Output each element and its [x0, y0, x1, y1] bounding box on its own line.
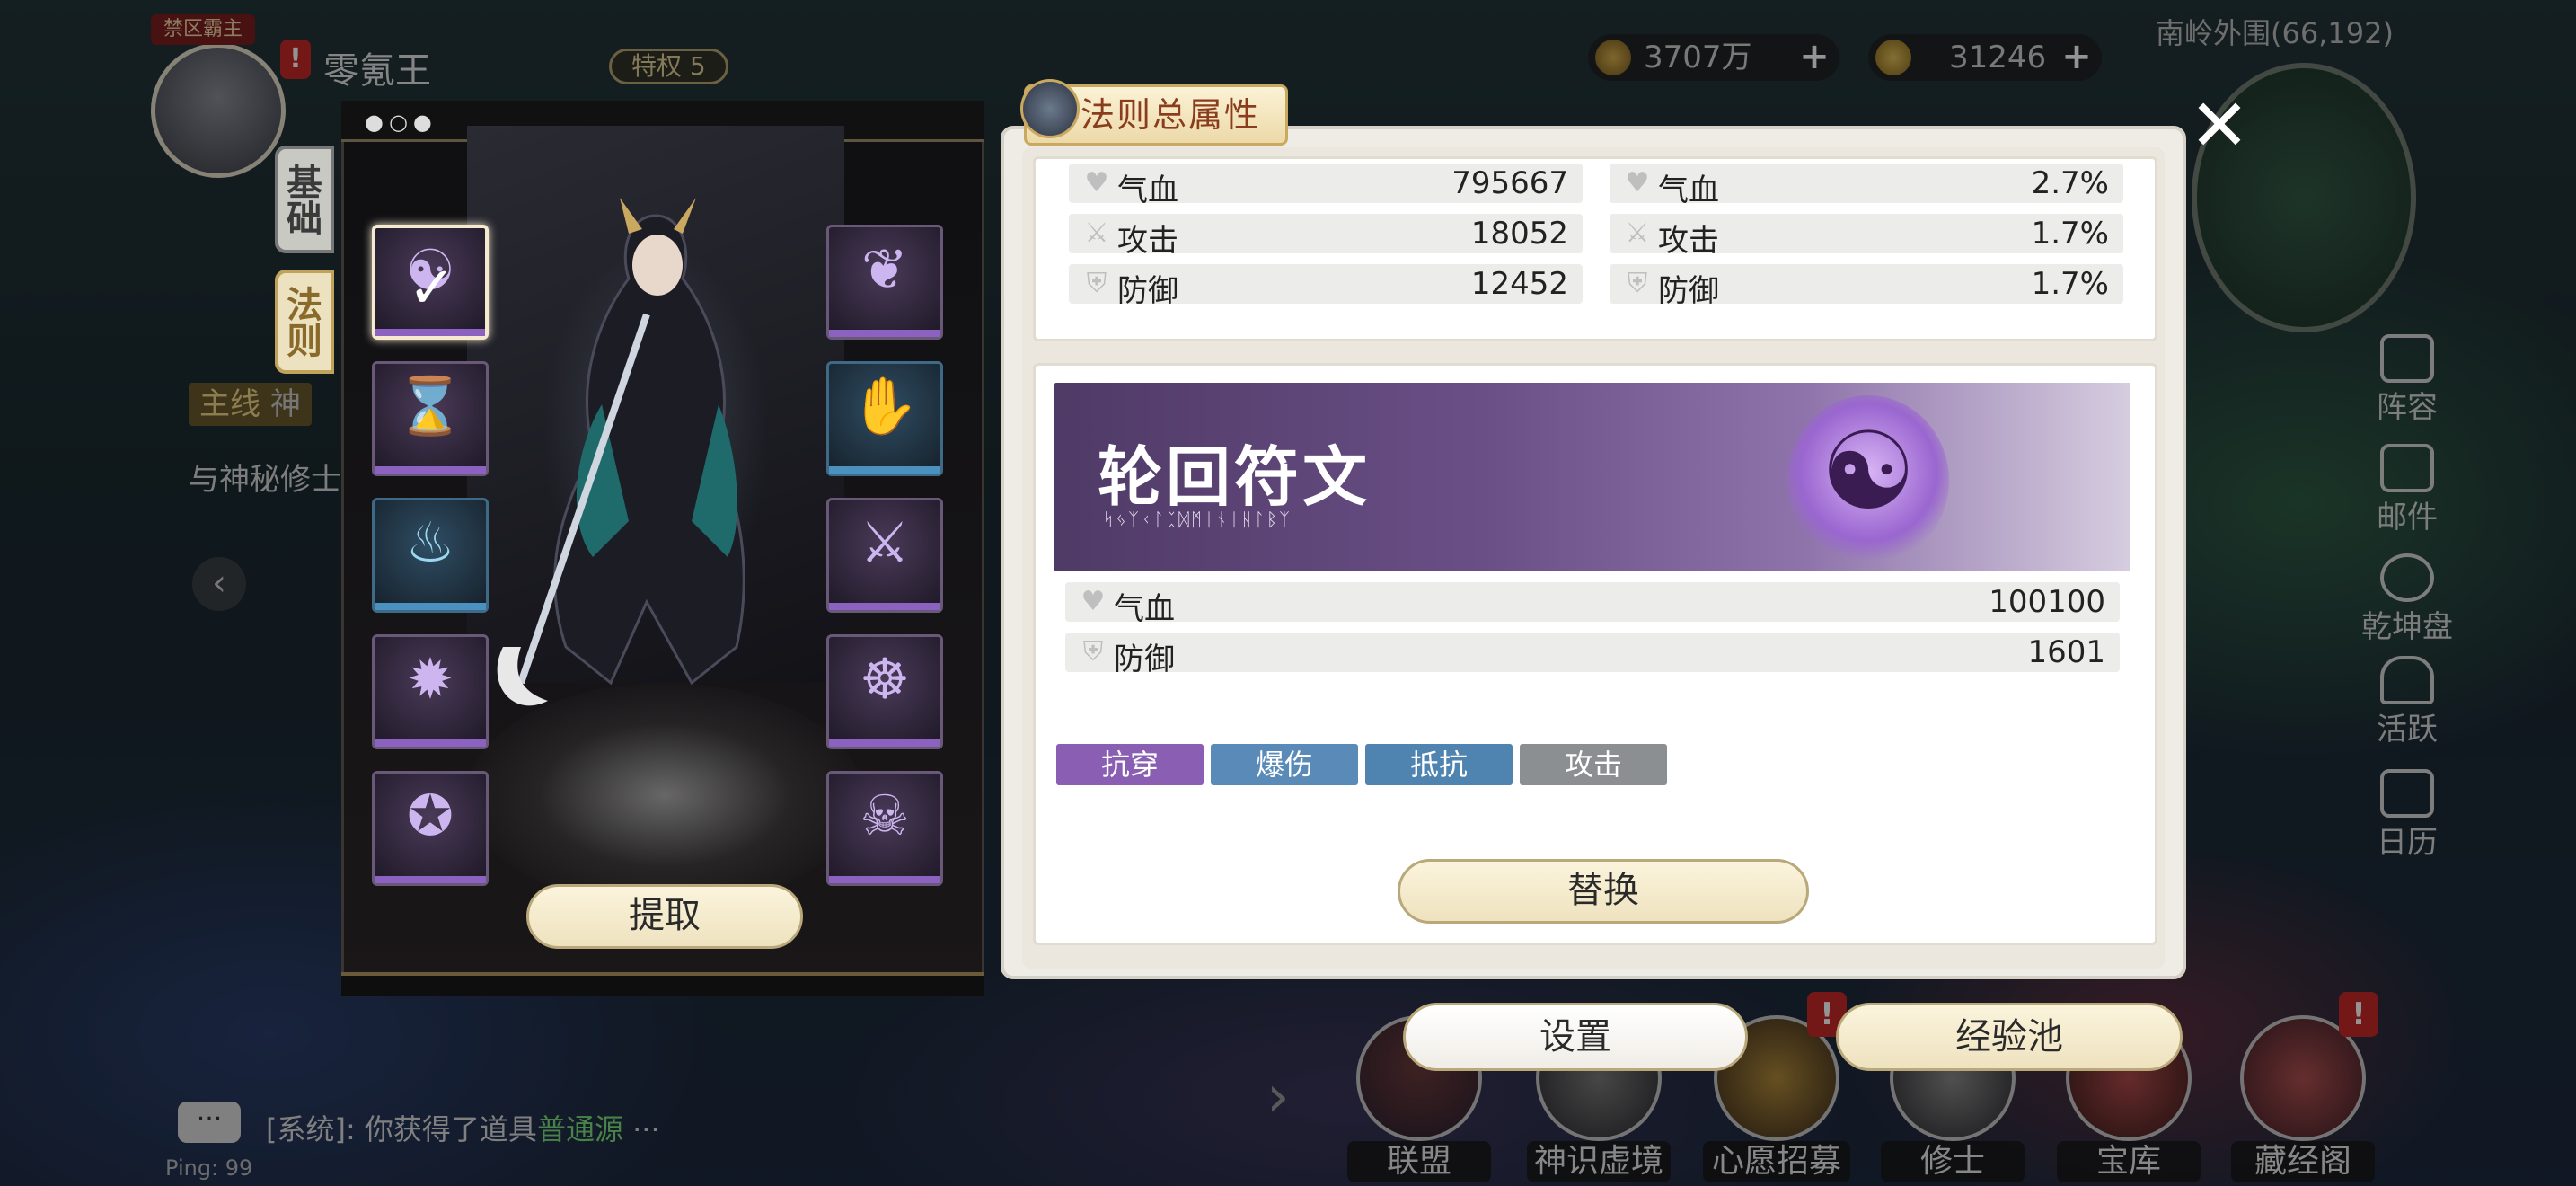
- slot-rarity-bar: [375, 603, 486, 610]
- law-panel-footer: [341, 972, 984, 996]
- stat-name: 气血: [1117, 173, 1178, 208]
- shield-icon: ⛨: [1086, 268, 1107, 299]
- character-figure: [497, 198, 745, 706]
- heart-icon: ♥: [1081, 586, 1106, 617]
- stat-value: 18052: [1470, 216, 1568, 252]
- replace-button[interactable]: 替换: [1398, 859, 1809, 924]
- slot-rarity-bar: [375, 466, 486, 474]
- rune-slot-spiked-orb[interactable]: ✹: [372, 634, 489, 749]
- rune-tag-resistance: 抵抗: [1365, 744, 1513, 785]
- skeletal-hand-icon: ☠: [860, 783, 910, 848]
- stat-name: 气血: [1658, 173, 1719, 208]
- stat-row-def-pct: ⛨ 防御 1.7%: [1610, 264, 2123, 309]
- slot-rarity-bar: [829, 466, 940, 474]
- stat-row-hp-pct: ♥ 气血 2.7%: [1610, 164, 2123, 208]
- rune-stat-hp: ♥ 气血 100100: [1065, 582, 2120, 627]
- extract-button[interactable]: 提取: [526, 884, 803, 949]
- rune-tag-attack: 攻击: [1520, 744, 1667, 785]
- blue-flame-icon: ♨: [405, 509, 455, 575]
- meditating-figure-icon: ☸: [860, 646, 910, 712]
- slot-rarity-bar: [829, 330, 940, 337]
- close-icon[interactable]: ✕: [2188, 90, 2251, 162]
- spiked-orb-icon: ✹: [407, 646, 454, 712]
- stat-name: 防御: [1114, 642, 1175, 677]
- stat-name: 防御: [1658, 273, 1719, 309]
- tab-law[interactable]: 法则: [275, 270, 334, 374]
- sword-icon: ⚔: [1084, 217, 1109, 249]
- page-dots: ●○●: [365, 110, 437, 135]
- stat-row-atk-flat: ⚔ 攻击 18052: [1069, 214, 1583, 259]
- sword-icon: ⚔: [1625, 217, 1650, 249]
- rune-tag-crit-damage: 爆伤: [1211, 744, 1358, 785]
- stat-value: 1.7%: [2031, 266, 2109, 302]
- rune-script-text: ᛋᛃᛉᚲᛚᛈᛞᛗᛁᚾᛁᚺᛚᛒᛉ: [1103, 509, 1292, 530]
- heart-icon: ♥: [1625, 167, 1650, 199]
- tab-basic[interactable]: 基础: [275, 146, 334, 253]
- slot-rarity-bar: [829, 876, 940, 883]
- stat-value: 2.7%: [2031, 165, 2109, 201]
- rune-slot-blue-flame[interactable]: ♨: [372, 498, 489, 613]
- slot-rarity-bar: [375, 329, 485, 336]
- butterfly-icon: ❦: [861, 236, 908, 302]
- stat-value: 1.7%: [2031, 216, 2109, 252]
- rune-stat-def: ⛨ 防御 1601: [1065, 633, 2120, 677]
- rune-slot-reincarnation[interactable]: ☯ ✓: [372, 225, 489, 340]
- slot-rarity-bar: [829, 603, 940, 610]
- stat-row-hp-flat: ♥ 气血 795667: [1069, 164, 1583, 208]
- slot-rarity-bar: [375, 739, 486, 747]
- exp-pool-button[interactable]: 经验池: [1836, 1003, 2183, 1071]
- settings-button[interactable]: 设置: [1403, 1003, 1748, 1071]
- rune-slot-pentagram[interactable]: ✪: [372, 771, 489, 886]
- rune-slot-hourglass[interactable]: ⌛: [372, 361, 489, 476]
- stat-row-atk-pct: ⚔ 攻击 1.7%: [1610, 214, 2123, 259]
- character-portrait-badge: [1020, 79, 1080, 138]
- stat-value: 100100: [1989, 584, 2105, 620]
- rune-slot-meditating-figure[interactable]: ☸: [826, 634, 943, 749]
- crossed-swords-icon: ⚔: [860, 509, 910, 575]
- embryo-emblem-icon: ☯: [1820, 410, 1917, 535]
- pentagram-icon: ✪: [407, 783, 454, 848]
- hourglass-icon: ⌛: [395, 373, 465, 438]
- rune-slot-puppet-hand[interactable]: ✋: [826, 361, 943, 476]
- shield-icon: ⛨: [1627, 268, 1648, 299]
- rune-slot-crossed-swords[interactable]: ⚔: [826, 498, 943, 613]
- rune-slot-butterfly[interactable]: ❦: [826, 225, 943, 340]
- stat-value: 795667: [1451, 165, 1568, 201]
- slot-rarity-bar: [375, 876, 486, 883]
- stat-name: 攻击: [1658, 223, 1719, 259]
- stat-row-def-flat: ⛨ 防御 12452: [1069, 264, 1583, 309]
- stat-name: 防御: [1117, 273, 1178, 309]
- shield-icon: ⛨: [1082, 636, 1104, 668]
- checkmark-icon: ✓: [408, 255, 456, 322]
- stat-value: 1601: [2027, 634, 2105, 670]
- stat-name: 攻击: [1117, 223, 1178, 259]
- rune-tag-pierce-resist: 抗穿: [1056, 744, 1204, 785]
- stat-name: 气血: [1114, 591, 1175, 627]
- stat-value: 12452: [1470, 266, 1568, 302]
- heart-icon: ♥: [1084, 167, 1109, 199]
- slot-rarity-bar: [829, 739, 940, 747]
- puppet-hand-icon: ✋: [850, 373, 920, 438]
- rune-title: 轮回符文: [1098, 438, 1372, 515]
- rune-slot-skeletal-hand[interactable]: ☠: [826, 771, 943, 886]
